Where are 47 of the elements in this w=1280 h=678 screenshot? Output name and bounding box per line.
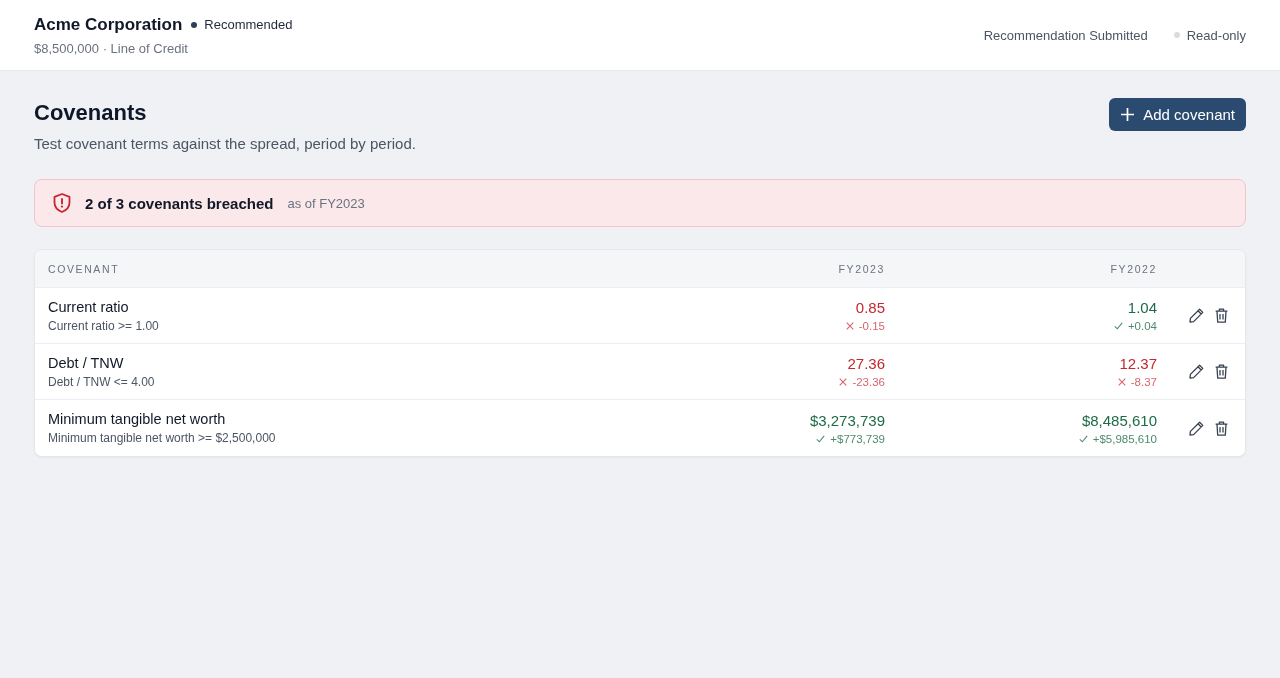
status-label: Recommended [204,17,293,32]
covenant-rule: Minimum tangible net worth >= $2,500,000 [48,431,277,445]
covenant-value: 1.04 [1127,299,1157,316]
mode-label: Read-only [1186,27,1246,43]
trash-icon[interactable] [1214,364,1228,379]
covenant-delta: -23.36 [852,376,885,388]
covenant-rule: Debt / TNW <= 4.00 [48,374,156,389]
covenant-value: $3,273,739 [809,411,885,429]
deal-summary: $8,500,000 · Line of Credit [34,40,189,56]
covenant-name: Minimum tangible net worth [48,411,227,427]
covenant-delta: +$5,985,610 [1092,432,1157,445]
column-header: FY2022 [1110,262,1157,275]
trash-icon[interactable] [1214,420,1228,436]
alert-message: 2 of 3 covenants breached [85,194,274,212]
covenant-value: 0.85 [855,299,885,316]
shield-alert-icon [53,193,71,213]
check-icon [1113,322,1123,330]
status-dot-icon [191,21,198,28]
cross-icon [1117,378,1126,386]
pencil-icon[interactable] [1188,420,1204,436]
covenant-value: $8,485,610 [1081,411,1157,429]
pencil-icon[interactable] [1188,364,1204,379]
company-name: Acme Corporation [34,14,183,35]
mode-dot-icon [1173,32,1180,38]
covenant-delta: +$773,739 [830,432,885,445]
covenant-delta: -0.15 [858,320,885,332]
column-header: COVENANT [48,262,120,275]
cross-icon [845,322,854,330]
check-icon [1078,434,1088,443]
covenant-value: 12.37 [1119,355,1157,372]
covenant-delta: +0.04 [1127,320,1157,332]
alert-date: as of FY2023 [287,195,365,211]
page-subtitle: Test covenant terms against the spread, period by period. [34,135,416,152]
covenant-name: Debt / TNW [48,354,125,371]
trash-icon[interactable] [1214,308,1228,323]
page-title: Covenants [34,100,148,126]
covenant-name: Current ratio [48,298,130,315]
pencil-icon[interactable] [1188,308,1204,323]
add-covenant-button[interactable]: Add covenant [1109,98,1246,131]
covenant-value: 27.36 [847,355,885,372]
covenant-delta: -8.37 [1130,376,1157,388]
check-icon [816,434,826,443]
covenant-rule: Current ratio >= 1.00 [48,318,160,333]
cross-icon [839,378,848,386]
column-header: FY2023 [838,262,885,275]
submission-state: Recommendation Submitted [983,27,1148,43]
plus-icon [1121,108,1135,121]
